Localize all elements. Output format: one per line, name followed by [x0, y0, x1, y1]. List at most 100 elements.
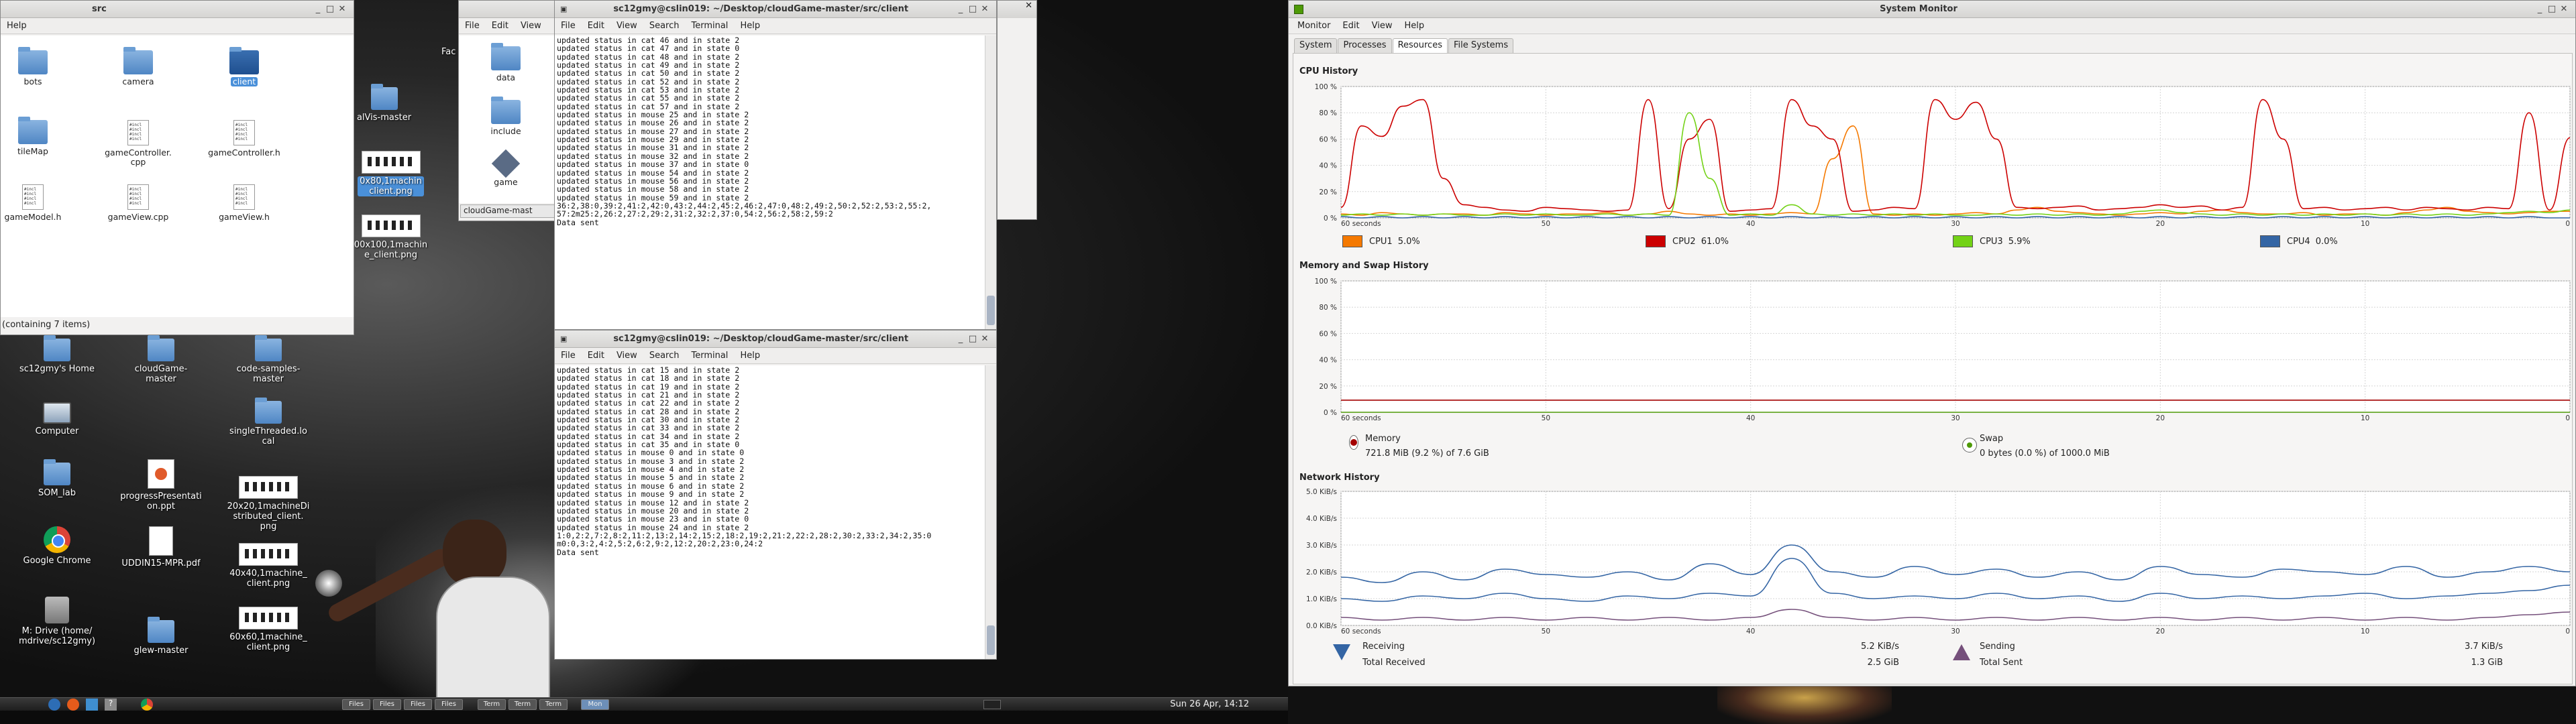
menu-file[interactable]: File	[459, 21, 486, 31]
desktop-icon-image[interactable]: 40x40,1machine_ client.png	[218, 543, 319, 589]
system-monitor-titlebar[interactable]: System Monitor _ □ ✕	[1289, 1, 2575, 18]
taskbar-window-button[interactable]: Mon	[581, 699, 609, 710]
fedora-menu-icon[interactable]	[48, 699, 60, 711]
workspace-switcher-icon[interactable]	[983, 700, 1001, 709]
maximize-icon[interactable]: □	[2546, 4, 2558, 14]
menu-help[interactable]: Help	[734, 351, 766, 361]
terminal-titlebar[interactable]: ▣ sc12gmy@cslin019: ~/Desktop/cloudGame-…	[555, 1, 996, 18]
folder-item[interactable]: data	[472, 43, 539, 82]
folder-item[interactable]: include	[472, 97, 539, 136]
file-item[interactable]: #incl #incl #incl #incl gameController.h	[207, 120, 281, 158]
close-icon[interactable]: ✕	[979, 334, 991, 344]
desktop-image-80[interactable]: 0x80,1machin client.png	[349, 151, 433, 196]
desktop-image-100[interactable]: 00x100,1machin e_client.png	[349, 215, 433, 260]
taskbar-window-button[interactable]: Term	[539, 699, 568, 710]
chrome-taskbar-icon[interactable]	[141, 699, 153, 711]
taskbar-window-button[interactable]: Files	[373, 699, 401, 710]
desktop-icon-image[interactable]: 60x60,1machine_ client.png	[218, 607, 319, 652]
menu-terminal[interactable]: Terminal	[685, 21, 734, 31]
clock[interactable]: Sun 26 Apr, 14:12	[1170, 699, 1249, 709]
taskbar-window-button[interactable]: Files	[404, 699, 432, 710]
terminal-titlebar[interactable]: ▣ sc12gmy@cslin019: ~/Desktop/cloudGame-…	[555, 330, 996, 348]
path-button[interactable]: cloudGame-mast	[460, 204, 559, 218]
menu-help[interactable]: Help	[734, 21, 766, 31]
taskbar-window-button[interactable]: Files	[435, 699, 463, 710]
color-swatch[interactable]	[1953, 235, 1973, 247]
desktop-icon-image[interactable]: 20x20,1machineDi stributed_client. png	[218, 476, 319, 532]
cpu-legend-item[interactable]: CPU1 5.0%	[1342, 235, 1420, 247]
close-icon[interactable]: ✕	[336, 4, 348, 14]
scrollbar[interactable]	[985, 36, 996, 329]
desktop-folder-alvis[interactable]: alVis-master	[342, 84, 426, 123]
minimize-icon[interactable]: _	[2534, 4, 2546, 14]
menu-file[interactable]: File	[555, 351, 582, 361]
taskbar-window-button[interactable]: Term	[508, 699, 537, 710]
folder-item[interactable]: game	[472, 149, 539, 187]
cpu-legend-item[interactable]: CPU4 0.0%	[2260, 235, 2338, 247]
minimize-icon[interactable]: _	[312, 4, 324, 14]
desktop-icon-folder[interactable]: sc12gmy's Home	[7, 335, 107, 374]
tab-processes[interactable]: Processes	[1338, 38, 1392, 53]
desktop-icon-folder[interactable]: cloudGame- master	[111, 335, 211, 384]
color-swatch[interactable]	[2260, 235, 2280, 247]
menu-edit[interactable]: Edit	[582, 21, 610, 31]
file-item[interactable]: #incl #incl #incl #incl gameView.cpp	[101, 184, 175, 222]
scroll-thumb[interactable]	[987, 296, 995, 325]
close-icon[interactable]: ✕	[979, 4, 991, 14]
terminal-output[interactable]: updated status in cat 15 and in state 2u…	[555, 365, 985, 659]
folder-item[interactable]: client	[207, 47, 281, 86]
folder-item[interactable]: bots	[1, 47, 65, 86]
desktop-icon-ppt[interactable]: progressPresentati on.ppt	[111, 459, 211, 511]
maximize-icon[interactable]: □	[324, 4, 336, 14]
desktop-icon-computer[interactable]: Computer	[7, 402, 107, 436]
tab-resources[interactable]: Resources	[1392, 38, 1448, 53]
color-swatch[interactable]	[1646, 235, 1666, 247]
minimize-icon[interactable]: _	[955, 4, 967, 14]
file-item[interactable]: #incl #incl #incl #incl gameController. c…	[101, 120, 175, 167]
scroll-thumb[interactable]	[987, 625, 995, 655]
menu-help[interactable]: Help	[1398, 21, 1430, 31]
minimize-icon[interactable]: _	[955, 334, 967, 344]
file-item[interactable]: #incl #incl #incl #incl gameModel.h	[1, 184, 65, 222]
taskbar-window-button[interactable]: Term	[478, 699, 506, 710]
tab-file-systems[interactable]: File Systems	[1448, 38, 1514, 53]
settings-icon[interactable]	[86, 699, 98, 711]
desktop-icon-folder[interactable]: code-samples- master	[218, 335, 319, 384]
terminal-output[interactable]: updated status in cat 46 and in state 2u…	[555, 36, 985, 329]
menu-view[interactable]: View	[610, 21, 643, 31]
close-icon[interactable]: ✕	[2558, 4, 2570, 14]
maximize-icon[interactable]: □	[967, 4, 979, 14]
menu-view[interactable]: View	[515, 21, 547, 31]
menu-search[interactable]: Search	[643, 351, 686, 361]
folder-item[interactable]: tileMap	[1, 117, 65, 156]
help-icon[interactable]: ?	[105, 699, 117, 711]
menu-monitor[interactable]: Monitor	[1291, 21, 1336, 31]
desktop-icon-folder[interactable]: singleThreaded.lo cal	[218, 398, 319, 446]
scrollbar[interactable]	[985, 365, 996, 659]
close-icon[interactable]: ✕	[998, 1, 1036, 18]
desktop-icon-chrome[interactable]: Google Chrome	[7, 526, 107, 566]
cpu-legend-item[interactable]: CPU3 5.9%	[1953, 235, 2031, 247]
color-swatch[interactable]	[1342, 235, 1362, 247]
desktop-icon-doc[interactable]: UDDIN15-MPR.pdf	[111, 526, 211, 568]
desktop-icon-drive[interactable]: M: Drive (home/ mdrive/sc12gmy)	[7, 597, 107, 646]
menu-view[interactable]: View	[1366, 21, 1399, 31]
menu-terminal[interactable]: Terminal	[685, 351, 734, 361]
menu-help[interactable]: Help	[1, 21, 33, 31]
taskbar-window-button[interactable]: Files	[342, 699, 370, 710]
desktop-icon-folder[interactable]: glew-master	[111, 617, 211, 656]
menu-view[interactable]: View	[610, 351, 643, 361]
cpu-legend-item[interactable]: CPU2 61.0%	[1646, 235, 1729, 247]
file-manager-titlebar[interactable]: src _ □ ✕	[1, 1, 354, 18]
desktop-icon-folder[interactable]: SOM_lab	[7, 459, 107, 498]
firefox-icon[interactable]	[67, 699, 79, 711]
menu-edit[interactable]: Edit	[1336, 21, 1365, 31]
menu-search[interactable]: Search	[643, 21, 686, 31]
file-item[interactable]: #incl #incl #incl #incl gameView.h	[207, 184, 281, 222]
folder-item[interactable]: camera	[101, 47, 175, 86]
menu-edit[interactable]: Edit	[582, 351, 610, 361]
menu-edit[interactable]: Edit	[486, 21, 515, 31]
menu-file[interactable]: File	[555, 21, 582, 31]
maximize-icon[interactable]: □	[967, 334, 979, 344]
tab-system[interactable]: System	[1294, 38, 1338, 53]
